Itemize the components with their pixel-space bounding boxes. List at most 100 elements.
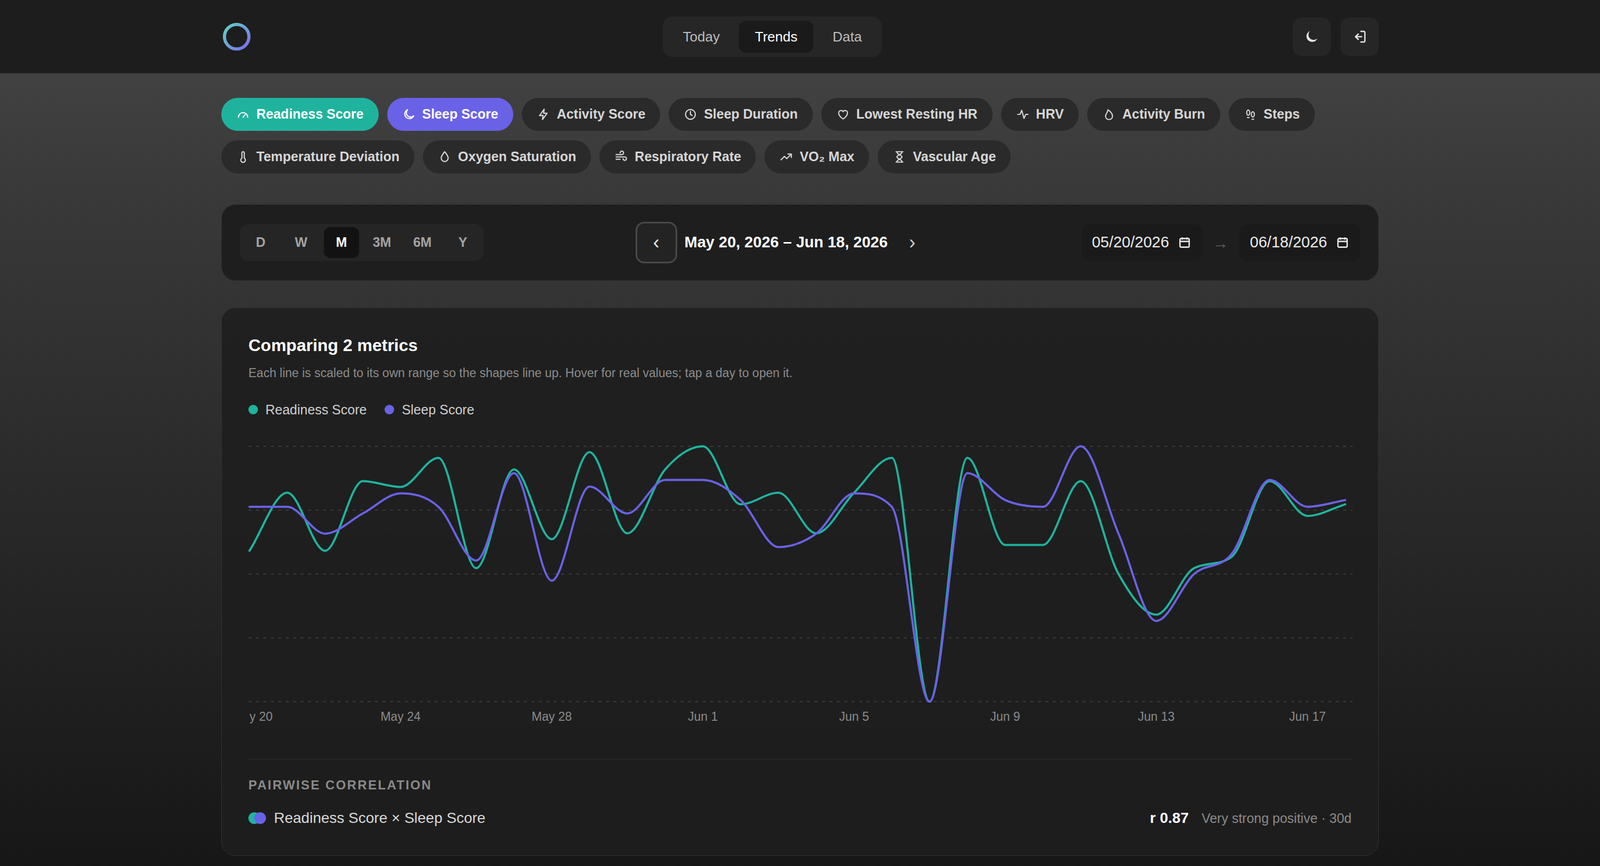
metric-chip[interactable]: Activity Burn [1087, 97, 1221, 131]
nav-tab[interactable]: Today [667, 20, 736, 53]
correlation-value: r 0.87 Very strong positive · 30d [1150, 806, 1352, 830]
metric-label: Sleep Duration [703, 104, 798, 125]
x-tick-label: Jun 5 [838, 708, 869, 725]
start-date-input[interactable]: 05/20/2026 [1081, 224, 1203, 261]
moon-icon [1303, 28, 1321, 46]
pulse-icon [1015, 107, 1030, 122]
grid-line [248, 701, 1353, 703]
x-axis: y 20May 24May 28Jun 1Jun 5Jun 9Jun 13Jun… [248, 705, 1352, 727]
metric-label: Activity Burn [1122, 104, 1206, 125]
legend-item[interactable]: Readiness Score [248, 401, 367, 418]
hourglass-icon [892, 150, 907, 164]
droplet-icon [437, 150, 452, 164]
metric-label: Steps [1263, 104, 1300, 125]
metric-chip[interactable]: Lowest Resting HR [821, 97, 993, 131]
gauge-icon [236, 107, 250, 122]
period-button[interactable]: D [243, 227, 279, 258]
heart-icon [836, 107, 850, 122]
grid-line [248, 509, 1353, 511]
legend-item[interactable]: Sleep Score [384, 401, 474, 418]
footprints-icon [1243, 107, 1258, 122]
metric-chip[interactable]: Vascular Age [877, 140, 1011, 174]
logout-button[interactable] [1340, 17, 1379, 56]
period-button[interactable]: Y [445, 227, 481, 258]
metric-chip[interactable]: Sleep Duration [668, 97, 813, 131]
metric-chips: Readiness Score Sleep Score Activity Score… [221, 97, 1379, 174]
x-tick-label: Jun 1 [687, 708, 718, 725]
flame-icon [1102, 107, 1116, 122]
previous-button[interactable]: ‹ [635, 221, 678, 264]
series-line[interactable] [249, 446, 1346, 702]
metric-chip[interactable]: Steps [1228, 97, 1315, 131]
chart-legend: Readiness Score Sleep Score [248, 401, 1352, 418]
wind-icon [614, 150, 629, 164]
period-selector: DWM3M6MY [239, 223, 484, 262]
x-tick-label: Jun 17 [1288, 708, 1326, 725]
theme-toggle-button[interactable] [1292, 17, 1331, 56]
chart-subtitle: Each line is scaled to its own range so … [248, 364, 1352, 381]
period-button[interactable]: M [323, 227, 360, 258]
series-line[interactable] [249, 446, 1346, 702]
metric-chip[interactable]: HRV [1001, 97, 1079, 131]
metric-chip[interactable]: Activity Score [521, 97, 661, 131]
metric-chip[interactable]: VO₂ Max [764, 140, 870, 174]
chart-title: Comparing 2 metrics [248, 334, 1352, 356]
metric-label: Oxygen Saturation [457, 146, 577, 168]
period-button[interactable]: 3M [364, 227, 400, 258]
pair-dot [254, 812, 266, 824]
legend-label: Sleep Score [401, 401, 474, 418]
metric-label: Respiratory Rate [634, 146, 741, 168]
top-bar: TodayTrendsData [0, 0, 1600, 74]
correlation-heading: PAIRWISE CORRELATION [248, 777, 1352, 794]
calendar-icon [1177, 235, 1192, 250]
grid-line [248, 445, 1353, 447]
clock-icon [683, 107, 698, 122]
x-tick-label: y 20 [249, 708, 273, 725]
metric-label: Vascular Age [912, 146, 996, 168]
metric-label: Temperature Deviation [256, 146, 400, 168]
metric-chip[interactable]: Sleep Score [387, 97, 514, 131]
metric-chip[interactable]: Respiratory Rate [599, 140, 756, 174]
calendar-icon [1335, 235, 1350, 250]
x-tick-label: May 24 [380, 708, 421, 725]
next-button[interactable]: › [895, 225, 930, 260]
period-button[interactable]: 6M [404, 227, 440, 258]
range-label: May 20, 2026 – Jun 18, 2026 [684, 230, 888, 255]
legend-dot [248, 404, 258, 415]
metric-label: Lowest Resting HR [856, 104, 978, 125]
metric-label: Sleep Score [422, 104, 499, 125]
correlation-row[interactable]: Readiness Score × Sleep Score r 0.87 Very … [248, 806, 1352, 830]
nav-tab[interactable]: Trends [738, 20, 814, 53]
moon-icon [402, 107, 416, 122]
metric-label: HRV [1036, 104, 1064, 125]
pair-label: Readiness Score × Sleep Score [273, 808, 486, 828]
range-panel: DWM3M6MY ‹ May 20, 2026 – Jun 18, 2026 ›… [221, 204, 1379, 281]
pair-dots-icon [248, 812, 267, 824]
correlation-pair: Readiness Score × Sleep Score [248, 808, 486, 828]
r-value: r 0.87 [1150, 806, 1189, 830]
logout-icon [1351, 28, 1368, 45]
grid-line [248, 637, 1353, 639]
x-tick-label: Jun 9 [990, 708, 1021, 725]
thermometer-icon [236, 150, 250, 164]
chart-area[interactable]: y 20May 24May 28Jun 1Jun 5Jun 9Jun 13Jun… [248, 443, 1352, 727]
metric-chip[interactable]: Readiness Score [221, 97, 379, 131]
metric-chip[interactable]: Oxygen Saturation [422, 140, 591, 174]
trend-up-icon [779, 150, 794, 164]
main-nav: TodayTrendsData [662, 16, 882, 57]
correlation-description: Very strong positive · 30d [1201, 808, 1352, 829]
metric-label: VO₂ Max [799, 146, 855, 168]
legend-dot [384, 404, 395, 415]
x-tick-label: Jun 13 [1137, 708, 1175, 725]
metric-label: Activity Score [556, 104, 646, 125]
bolt-icon [536, 107, 551, 122]
logo-icon[interactable] [221, 21, 253, 53]
legend-label: Readiness Score [265, 401, 367, 418]
metric-chip[interactable]: Temperature Deviation [221, 140, 415, 174]
end-date-input[interactable]: 06/18/2026 [1239, 224, 1361, 261]
period-button[interactable]: W [283, 227, 319, 258]
nav-tab[interactable]: Data [816, 20, 878, 53]
date-arrow: → [1212, 230, 1229, 255]
chart-card: Comparing 2 metrics Each line is scaled … [221, 307, 1379, 856]
metric-label: Readiness Score [256, 104, 364, 125]
